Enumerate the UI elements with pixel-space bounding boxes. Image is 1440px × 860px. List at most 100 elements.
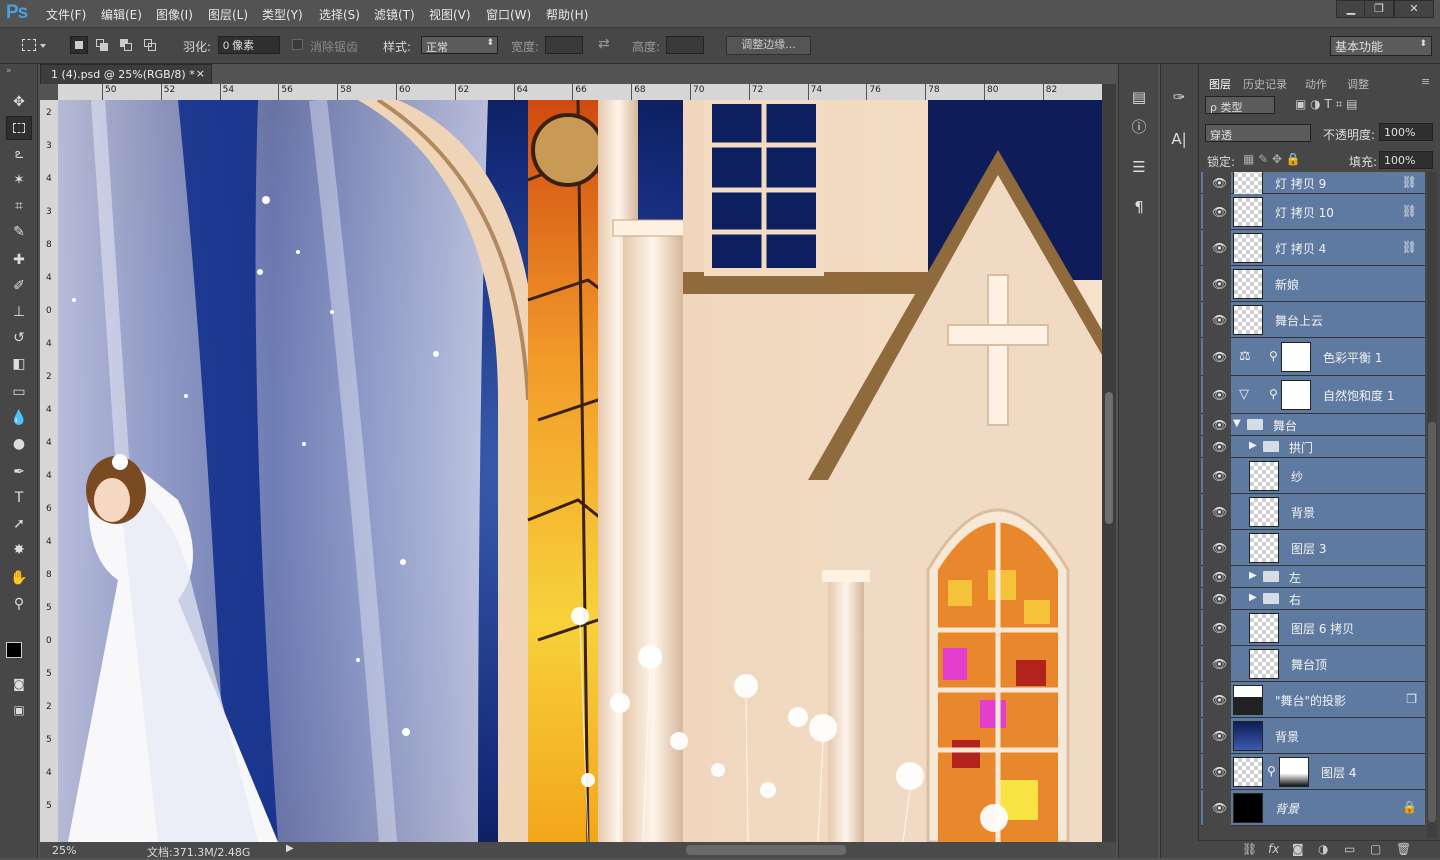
folder-icon[interactable]: ▭ bbox=[1344, 842, 1355, 856]
layer-name[interactable]: 拱门 bbox=[1289, 439, 1313, 456]
paragraph-icon[interactable]: ¶ bbox=[1127, 196, 1151, 218]
layer-scrollbar[interactable] bbox=[1427, 172, 1437, 838]
type-tool-icon[interactable]: T bbox=[6, 486, 32, 510]
vertical-scrollbar[interactable] bbox=[1102, 84, 1116, 842]
layer-row[interactable]: 👁 图层 3 bbox=[1201, 530, 1425, 566]
layer-thumbnail[interactable] bbox=[1233, 196, 1263, 227]
width-input[interactable] bbox=[545, 36, 583, 54]
menu-window[interactable]: 窗口(W) bbox=[486, 6, 531, 23]
eye-icon[interactable]: 👁 bbox=[1212, 241, 1227, 255]
chain-icon[interactable]: ⚲ bbox=[1267, 764, 1276, 778]
layer-row[interactable]: 👁 图层 6 拷贝 bbox=[1201, 610, 1425, 646]
menu-edit[interactable]: 编辑(E) bbox=[101, 6, 142, 23]
visibility-cell[interactable]: 👁 bbox=[1203, 646, 1231, 682]
layer-row[interactable]: 👁 灯 拷贝 4 ⛓ bbox=[1201, 230, 1425, 266]
visibility-cell[interactable]: 👁 bbox=[1203, 172, 1231, 194]
lock-icons[interactable]: ▦ ✎ ✥ 🔒 bbox=[1243, 152, 1301, 166]
menu-help[interactable]: 帮助(H) bbox=[546, 6, 588, 23]
filter-icons[interactable]: ▣ ◑ T ⌗ ▤ bbox=[1295, 97, 1358, 112]
layer-name[interactable]: 灯 拷贝 4 bbox=[1275, 240, 1326, 257]
layer-row[interactable]: 👁 背景 bbox=[1201, 494, 1425, 530]
chain-icon[interactable]: ⚲ bbox=[1269, 387, 1278, 401]
visibility-cell[interactable]: 👁 bbox=[1203, 338, 1231, 376]
properties-icon[interactable]: ☰ bbox=[1127, 156, 1151, 178]
visibility-cell[interactable]: 👁 bbox=[1203, 718, 1231, 754]
layer-thumbnail[interactable] bbox=[1233, 684, 1263, 715]
character-icon[interactable]: A| bbox=[1167, 128, 1191, 150]
swatches-icon[interactable]: ▤ bbox=[1127, 86, 1151, 108]
layer-name[interactable]: "舞台"的投影 bbox=[1275, 692, 1346, 709]
layer-thumbnail[interactable] bbox=[1249, 648, 1279, 679]
layer-name[interactable]: 舞台顶 bbox=[1291, 656, 1327, 673]
new-selection-button[interactable] bbox=[70, 36, 88, 54]
eye-icon[interactable]: 👁 bbox=[1212, 176, 1227, 190]
layer-name[interactable]: 背景 bbox=[1291, 504, 1315, 521]
trash-icon[interactable]: 🗑 bbox=[1396, 842, 1411, 856]
new-layer-icon[interactable]: ▢ bbox=[1370, 842, 1381, 856]
layer-thumbnail[interactable] bbox=[1281, 341, 1311, 372]
layer-name[interactable]: 舞台上云 bbox=[1275, 312, 1323, 329]
link-icon[interactable]: ⛓ bbox=[1402, 240, 1417, 254]
eye-icon[interactable]: 👁 bbox=[1212, 570, 1227, 584]
layer-name[interactable]: 右 bbox=[1289, 591, 1301, 608]
blend-mode-select[interactable]: 穿透 bbox=[1205, 124, 1311, 142]
layer-group-row[interactable]: 👁 ▶ 右 bbox=[1201, 588, 1425, 610]
scroll-thumb[interactable] bbox=[1105, 392, 1113, 524]
layer-name[interactable]: 图层 6 拷贝 bbox=[1291, 620, 1354, 637]
eye-icon[interactable]: 👁 bbox=[1212, 729, 1227, 743]
eye-icon[interactable]: 👁 bbox=[1212, 505, 1227, 519]
eye-icon[interactable]: 👁 bbox=[1212, 388, 1227, 402]
visibility-cell[interactable]: 👁 bbox=[1203, 302, 1231, 338]
layer-thumbnail[interactable] bbox=[1249, 532, 1279, 563]
layer-row[interactable]: 👁 纱 bbox=[1201, 458, 1425, 494]
marquee-tool-icon[interactable] bbox=[6, 116, 32, 140]
status-menu-icon[interactable]: ▶ bbox=[286, 843, 294, 854]
eraser-tool-icon[interactable]: ◧ bbox=[6, 352, 32, 376]
tab-actions[interactable]: 动作 bbox=[1305, 76, 1327, 92]
menu-layer[interactable]: 图层(L) bbox=[208, 6, 248, 23]
visibility-cell[interactable]: 👁 bbox=[1203, 790, 1231, 826]
layer-thumbnail[interactable] bbox=[1233, 304, 1263, 335]
eye-icon[interactable]: 👁 bbox=[1212, 313, 1227, 327]
visibility-cell[interactable]: 👁 bbox=[1203, 414, 1231, 436]
layer-thumbnail[interactable] bbox=[1281, 379, 1311, 410]
add-selection-button[interactable] bbox=[93, 36, 111, 54]
workspace-select[interactable]: 基本功能 ⬍ bbox=[1330, 36, 1432, 56]
layer-row[interactable]: 👁 舞台上云 bbox=[1201, 302, 1425, 338]
layer-group-row[interactable]: 👁 ▶ 拱门 bbox=[1201, 436, 1425, 458]
fill-input[interactable]: 100% bbox=[1379, 151, 1433, 169]
zoom-level[interactable]: 25% bbox=[52, 844, 76, 857]
layer-name[interactable]: 灯 拷贝 10 bbox=[1275, 204, 1334, 221]
visibility-cell[interactable]: 👁 bbox=[1203, 494, 1231, 530]
eye-icon[interactable]: 👁 bbox=[1212, 765, 1227, 779]
crop-tool-icon[interactable]: ⌗ bbox=[6, 194, 32, 218]
menu-view[interactable]: 视图(V) bbox=[429, 6, 471, 23]
layer-thumbnail[interactable] bbox=[1249, 460, 1279, 491]
menu-image[interactable]: 图像(I) bbox=[156, 6, 193, 23]
tab-adjustments[interactable]: 调整 bbox=[1347, 76, 1369, 92]
layer-name[interactable]: 新娘 bbox=[1275, 276, 1299, 293]
clone-stamp-tool-icon[interactable]: ⊥ bbox=[6, 300, 32, 324]
visibility-cell[interactable]: 👁 bbox=[1203, 588, 1231, 610]
tab-layers[interactable]: 图层 bbox=[1209, 76, 1231, 92]
layer-thumbnail[interactable] bbox=[1249, 612, 1279, 643]
layer-row[interactable]: 👁 背景 🔒 bbox=[1201, 790, 1425, 826]
adjustment-icon[interactable]: ◑ bbox=[1318, 842, 1328, 856]
layer-thumbnail[interactable] bbox=[1233, 756, 1263, 787]
visibility-cell[interactable]: 👁 bbox=[1203, 610, 1231, 646]
mask-icon[interactable]: ◙ bbox=[1292, 842, 1304, 856]
zoom-tool-icon[interactable]: ⚲ bbox=[6, 592, 32, 616]
layer-name[interactable]: 色彩平衡 1 bbox=[1323, 349, 1382, 366]
layer-row[interactable]: 👁 灯 拷贝 10 ⛓ bbox=[1201, 194, 1425, 230]
info-icon[interactable]: ⓘ bbox=[1127, 116, 1151, 138]
move-tool-icon[interactable]: ✥ bbox=[6, 90, 32, 114]
layer-thumbnail[interactable] bbox=[1233, 232, 1263, 263]
fx-icon[interactable]: fx bbox=[1268, 842, 1279, 856]
subtract-selection-button[interactable] bbox=[117, 36, 135, 54]
magic-wand-tool-icon[interactable]: ✶ bbox=[6, 168, 32, 192]
style-select[interactable]: 正常 ⬍ bbox=[421, 36, 498, 54]
layer-name[interactable]: 纱 bbox=[1291, 468, 1303, 485]
opacity-input[interactable]: 100% bbox=[1379, 123, 1433, 141]
expand-right-icon[interactable]: ▶ bbox=[1249, 570, 1257, 581]
link-icon[interactable]: ⛓ bbox=[1242, 842, 1257, 856]
